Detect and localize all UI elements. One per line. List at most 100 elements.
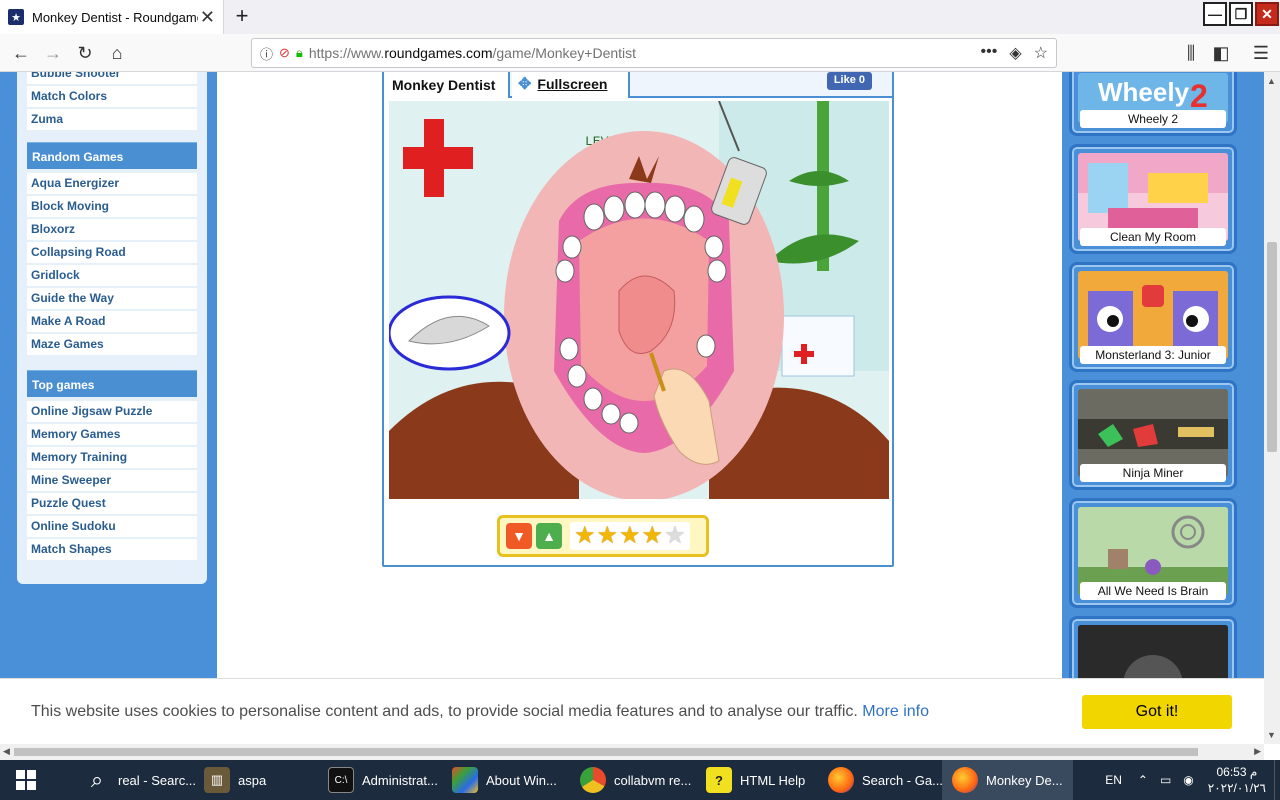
scroll-down-icon[interactable]: ▼: [1267, 730, 1276, 740]
search-icon: ⌕: [90, 767, 104, 792]
start-button[interactable]: [0, 760, 52, 800]
game-thumbnail[interactable]: Wheely 2 Wheely 2: [1069, 72, 1237, 136]
tracking-blocked-icon[interactable]: ⊘: [279, 45, 290, 61]
site-info-icon[interactable]: ⓘ: [260, 44, 273, 63]
scroll-up-icon[interactable]: ▲: [1267, 76, 1276, 86]
scrollbar-thumb[interactable]: [14, 748, 1198, 756]
tab-close-icon[interactable]: ✕: [200, 8, 215, 26]
horizontal-scrollbar[interactable]: ◀ ▶: [0, 744, 1264, 760]
url-bar[interactable]: ⓘ ⊘ 🔒︎ https://www.roundgames.com/game/M…: [251, 38, 1057, 68]
sidebar-link[interactable]: Collapsing Road: [27, 242, 197, 263]
taskbar-item[interactable]: ⌕ real - Searc...: [74, 760, 206, 800]
library-icon[interactable]: ⫼: [1178, 40, 1204, 66]
taskbar-item-label: About Win...: [486, 772, 557, 788]
network-icon[interactable]: ▭: [1154, 773, 1177, 787]
random-games-section: Random Games Aqua Energizer Block Moving…: [27, 142, 197, 357]
page-actions-icon[interactable]: •••: [981, 43, 998, 63]
show-desktop-button[interactable]: [1274, 760, 1280, 800]
sidebar-link[interactable]: Zuma: [27, 109, 197, 130]
roundgames-favicon-icon: ★: [8, 9, 24, 25]
sidebar-link[interactable]: Match Shapes: [27, 539, 197, 560]
lock-icon: 🔒︎: [295, 45, 303, 60]
taskbar-item[interactable]: collabvm re...: [570, 760, 701, 800]
thumbnail-label: Wheely 2: [1080, 110, 1226, 128]
menu-icon[interactable]: ☰: [1248, 40, 1274, 66]
sidebar-link[interactable]: Mine Sweeper: [27, 470, 197, 491]
scrollbar-thumb[interactable]: [1267, 242, 1277, 452]
firefox-icon: [828, 767, 854, 793]
thumbs-up-icon[interactable]: ▲: [536, 523, 562, 549]
sidebar-link[interactable]: Guide the Way: [27, 288, 197, 309]
scroll-right-icon[interactable]: ▶: [1254, 746, 1261, 757]
game-thumbnail[interactable]: All We Need Is Brain: [1069, 498, 1237, 608]
taskbar-item[interactable]: C:\ Administrat...: [318, 760, 448, 800]
clock-date: ٢٠٢٢/٠١/٢٦: [1207, 781, 1266, 795]
game-thumbnail[interactable]: Monsterland 3: Junior: [1069, 262, 1237, 372]
sidebar-link[interactable]: Memory Games: [27, 424, 197, 445]
sidebar-link[interactable]: Aqua Energizer: [27, 173, 197, 194]
sidebar-link[interactable]: Puzzle Quest: [27, 493, 197, 514]
star-icon[interactable]: ★: [597, 524, 619, 548]
sidebar-link[interactable]: Gridlock: [27, 265, 197, 286]
back-arrow-icon[interactable]: ←: [8, 40, 34, 66]
sidebar-link[interactable]: Bubble Shooter: [27, 72, 197, 84]
sidebar-link[interactable]: Online Sudoku: [27, 516, 197, 537]
taskbar-item-label: Search - Ga...: [862, 772, 943, 788]
windows-logo-icon: [16, 770, 36, 790]
language-indicator[interactable]: EN: [1095, 773, 1132, 787]
clock[interactable]: 06:53 م ٢٠٢٢/٠١/٢٦: [1200, 764, 1274, 796]
system-tray: EN ⌃ ▭ ◉ 06:53 م ٢٠٢٢/٠١/٢٦: [1095, 760, 1280, 800]
minimize-button[interactable]: —: [1203, 2, 1227, 26]
bookmark-star-icon[interactable]: ☆: [1034, 43, 1048, 63]
help-icon: ?: [706, 767, 732, 793]
taskbar-item-label: aspa: [238, 772, 267, 788]
volume-icon[interactable]: ◉: [1177, 773, 1199, 787]
window-controls: — ❐ ✕: [1202, 0, 1280, 28]
sidebar-link[interactable]: Memory Training: [27, 447, 197, 468]
scroll-left-icon[interactable]: ◀: [3, 746, 10, 757]
new-tab-button[interactable]: +: [229, 3, 255, 29]
taskbar-item-label: collabvm re...: [614, 772, 692, 788]
more-info-link[interactable]: More info: [862, 703, 929, 720]
got-it-button[interactable]: Got it!: [1082, 695, 1232, 729]
thumbs-down-icon[interactable]: ▼: [506, 523, 532, 549]
star-icon[interactable]: ★: [642, 524, 664, 548]
monkey-dentist-scene[interactable]: LEVEL 1: [389, 101, 889, 499]
windows-icon: [452, 767, 478, 793]
sidebar-link[interactable]: Online Jigsaw Puzzle: [27, 401, 197, 422]
close-window-button[interactable]: ✕: [1255, 2, 1279, 26]
tab-monkey-dentist[interactable]: ★ Monkey Dentist - Roundgames ✕: [0, 0, 224, 34]
top-games-heading: Top games: [27, 370, 197, 397]
url-text: https://www.roundgames.com/game/Monkey+D…: [308, 45, 637, 61]
pocket-icon[interactable]: ◈: [1009, 43, 1021, 63]
maximize-button[interactable]: ❐: [1229, 2, 1253, 26]
taskbar-item[interactable]: Monkey De...: [942, 760, 1073, 800]
game-thumbnail[interactable]: Clean My Room: [1069, 144, 1237, 254]
forward-arrow-icon[interactable]: →: [40, 40, 66, 66]
tab-bar: ★ Monkey Dentist - Roundgames ✕ + — ❐ ✕: [0, 0, 1280, 34]
fullscreen-link[interactable]: ✥ Fullscreen: [512, 72, 630, 98]
reload-icon[interactable]: ↻: [72, 40, 98, 66]
game-panel: Monkey Dentist ✥ Fullscreen Like 0 LEVEL…: [382, 72, 894, 567]
sidebar-link[interactable]: Maze Games: [27, 334, 197, 355]
star-icon[interactable]: ★: [619, 524, 641, 548]
taskbar-item[interactable]: ? HTML Help: [696, 760, 815, 800]
sidebar-toggle-icon[interactable]: ◧: [1208, 40, 1234, 66]
facebook-like-button[interactable]: Like 0: [826, 72, 872, 90]
thumbnail-label: Clean My Room: [1080, 228, 1226, 246]
sidebar-link[interactable]: Match Colors: [27, 86, 197, 107]
sidebar-link[interactable]: Bloxorz: [27, 219, 197, 240]
home-icon[interactable]: ⌂: [104, 40, 130, 66]
tab-title: Monkey Dentist - Roundgames: [32, 9, 198, 25]
game-thumbnail[interactable]: Ninja Miner: [1069, 380, 1237, 490]
star-icon[interactable]: ★: [574, 524, 596, 548]
vertical-scrollbar[interactable]: ▲ ▼: [1264, 72, 1280, 744]
star-icon[interactable]: ★: [664, 524, 686, 548]
taskbar-item[interactable]: About Win...: [442, 760, 567, 800]
sidebar-link[interactable]: Block Moving: [27, 196, 197, 217]
chevron-up-icon[interactable]: ⌃: [1132, 773, 1154, 787]
taskbar-item[interactable]: ▥ aspa: [194, 760, 276, 800]
sidebar-link[interactable]: Make A Road: [27, 311, 197, 332]
taskbar-item[interactable]: Search - Ga...: [818, 760, 953, 800]
game-canvas[interactable]: LEVEL 1: [389, 101, 889, 499]
